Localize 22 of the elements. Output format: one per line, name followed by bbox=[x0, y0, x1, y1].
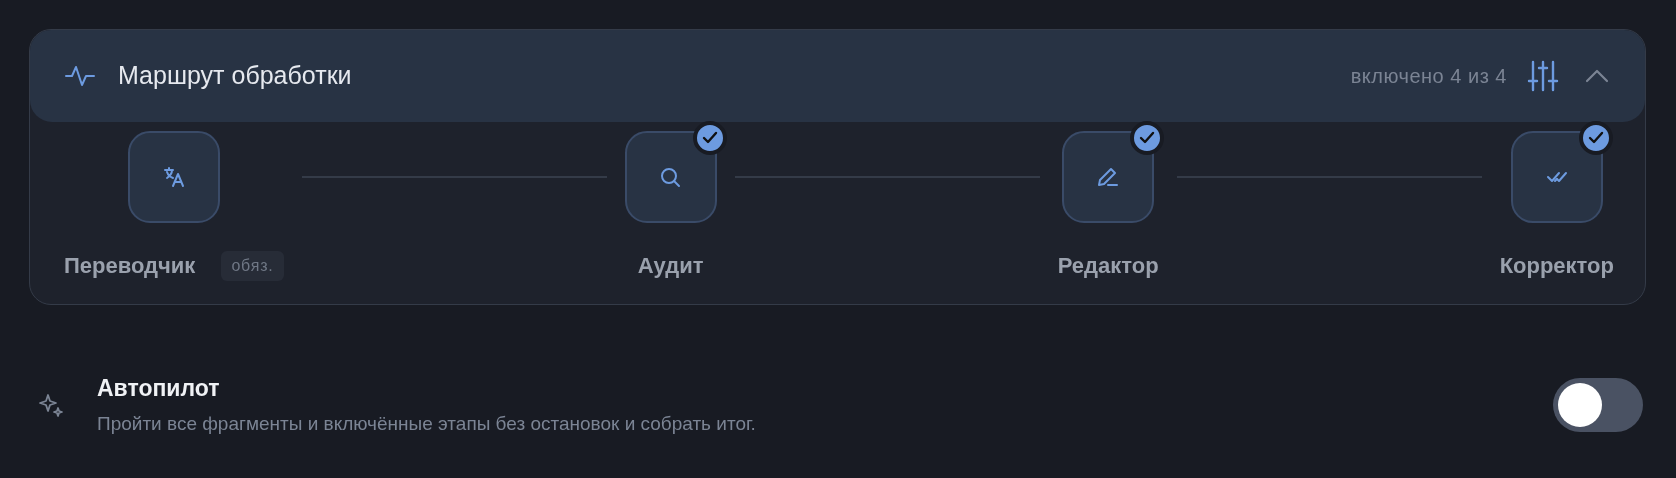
search-icon bbox=[661, 167, 681, 187]
autopilot-toggle[interactable] bbox=[1553, 377, 1643, 432]
stage-tile[interactable] bbox=[127, 131, 220, 223]
double-check-icon bbox=[1546, 172, 1567, 182]
chevron-icon bbox=[1585, 69, 1609, 83]
pen-icon bbox=[1098, 168, 1119, 186]
stage-label: Аудит bbox=[637, 252, 704, 280]
autopilot-description: Пройти все фрагменты и включённые этапы без остановок и собрать итог. bbox=[97, 411, 756, 436]
pulse-icon bbox=[64, 64, 96, 88]
autopilot-title: Автопилот bbox=[97, 374, 221, 403]
stage-tile[interactable] bbox=[1062, 131, 1155, 223]
sliders-icon bbox=[1526, 59, 1560, 93]
stage-tile[interactable] bbox=[624, 131, 717, 223]
settings-button[interactable] bbox=[1525, 58, 1561, 94]
required-badge: обяз. bbox=[221, 250, 284, 281]
stage-label: Переводчик bbox=[64, 252, 196, 280]
stage-tile[interactable] bbox=[1510, 131, 1603, 223]
translate-icon bbox=[163, 167, 184, 187]
stage-label: Корректор bbox=[1499, 252, 1614, 280]
stage-label: Редактор bbox=[1057, 252, 1159, 280]
section-title: Маршрут обработки bbox=[118, 60, 352, 92]
enabled-count: включено 4 из 4 bbox=[1350, 64, 1507, 89]
